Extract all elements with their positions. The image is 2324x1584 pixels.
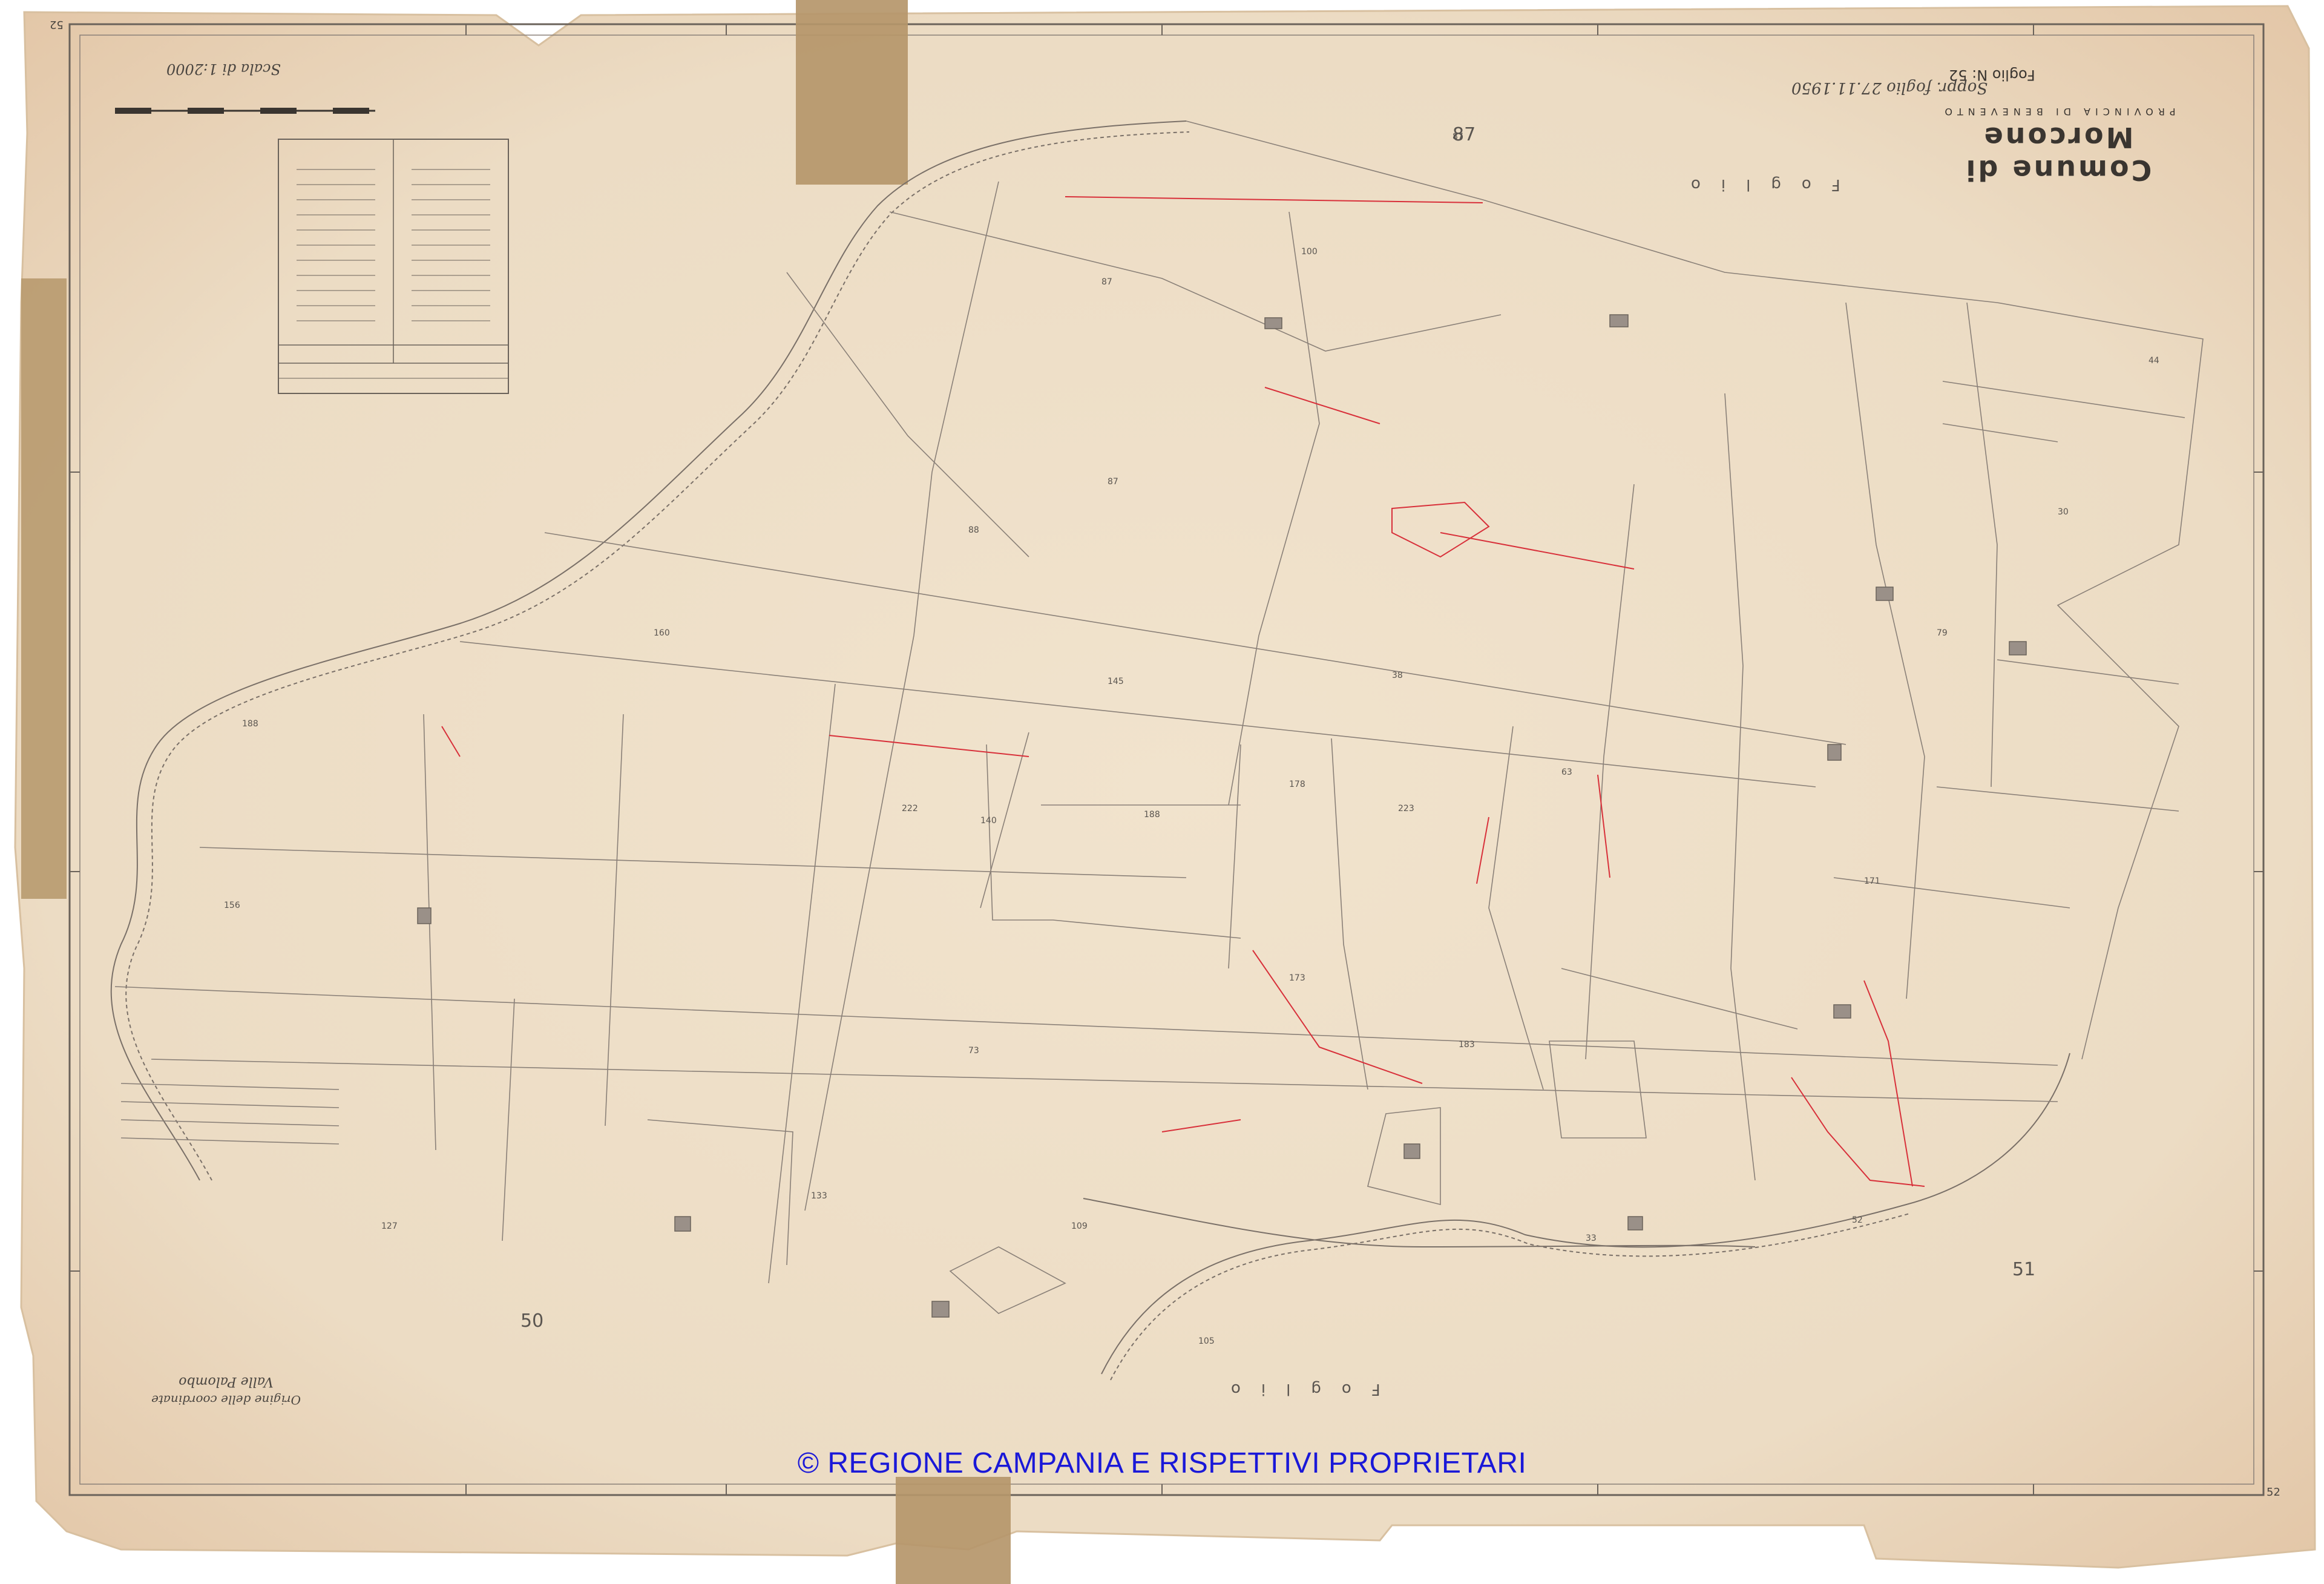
svg-text:183: 183 xyxy=(1459,1040,1475,1050)
svg-text:79: 79 xyxy=(1937,628,1948,638)
svg-text:133: 133 xyxy=(811,1191,827,1201)
svg-text:173: 173 xyxy=(1289,973,1305,983)
sheet-word-bottom: Foglio xyxy=(1210,1380,1380,1398)
adjacent-sheet-top: 87 xyxy=(1452,124,1476,145)
tape-bottom xyxy=(896,1477,1011,1584)
tape-left xyxy=(21,278,67,899)
svg-text:38: 38 xyxy=(1392,671,1403,680)
adjacent-sheet-bottom: 50 xyxy=(520,1310,544,1332)
svg-text:178: 178 xyxy=(1289,780,1305,789)
paper-sheet xyxy=(14,5,2316,1569)
svg-text:145: 145 xyxy=(1108,677,1124,686)
svg-text:88: 88 xyxy=(968,525,979,535)
suppression-annotation: Soppr. foglio 27.11.1950 xyxy=(1791,79,1988,97)
title-block: Comune di Morcone PROVINCIA DI BENEVENTO xyxy=(1882,96,2233,186)
svg-text:171: 171 xyxy=(1864,876,1880,886)
corner-number-bottom-right: 52 xyxy=(2267,1486,2280,1499)
cadastral-map-sheet: 87 100 87 87 88 160 145 38 140 222 188 1… xyxy=(14,0,2316,1584)
svg-text:87: 87 xyxy=(1101,277,1112,287)
svg-text:188: 188 xyxy=(1144,810,1160,820)
svg-text:87: 87 xyxy=(1108,477,1118,487)
svg-text:127: 127 xyxy=(381,1221,398,1231)
svg-text:63: 63 xyxy=(1561,767,1572,777)
corner-number-top-left: 52 xyxy=(50,18,64,31)
origin-label: Origine delle coordinate xyxy=(151,1393,301,1407)
svg-text:100: 100 xyxy=(1301,247,1318,257)
svg-text:105: 105 xyxy=(1198,1336,1215,1346)
svg-text:33: 33 xyxy=(1586,1234,1597,1243)
svg-text:222: 222 xyxy=(902,804,918,813)
svg-text:73: 73 xyxy=(968,1046,979,1056)
comune-name: Comune di Morcone xyxy=(1963,121,2152,186)
origin-place: Valle Palombo xyxy=(179,1374,274,1389)
sheet-word-top: Foglio xyxy=(1670,176,1840,194)
svg-text:44: 44 xyxy=(2148,356,2159,366)
svg-text:156: 156 xyxy=(224,901,240,910)
origin-coordinates: Origine delle coordinate Valle Palombo xyxy=(151,1374,301,1407)
svg-text:30: 30 xyxy=(2058,507,2069,517)
scale-label: Scala di 1:2000 xyxy=(166,61,281,77)
tape-top xyxy=(796,0,908,185)
provincia-name: PROVINCIA DI BENEVENTO xyxy=(1940,106,2176,117)
svg-text:52: 52 xyxy=(1852,1215,1863,1225)
svg-text:188: 188 xyxy=(242,719,258,729)
copyright-watermark: © REGIONE CAMPANIA E RISPETTIVI PROPRIET… xyxy=(797,1447,1527,1479)
svg-text:140: 140 xyxy=(980,816,997,826)
svg-text:109: 109 xyxy=(1071,1221,1088,1231)
adjacent-sheet-right: 51 xyxy=(2012,1259,2036,1280)
svg-text:160: 160 xyxy=(654,628,670,638)
svg-text:223: 223 xyxy=(1398,804,1414,813)
